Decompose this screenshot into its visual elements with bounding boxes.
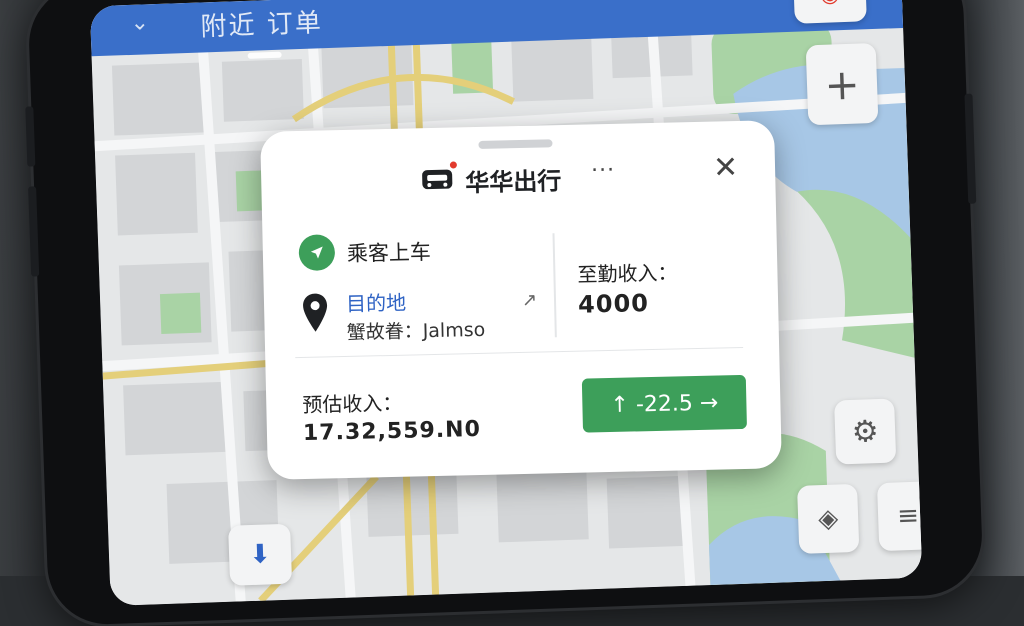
card-drag-handle[interactable] [478,139,553,149]
recenter-icon: ◈ [817,503,839,535]
side-income-value: 4000 [577,289,650,319]
compass-button[interactable]: ◉ [792,0,867,24]
phone-side-button [25,106,36,167]
navigation-arrow-icon [310,246,323,259]
menu-button[interactable]: ≡ [876,481,923,552]
zoom-in-icon: + [823,59,861,110]
compass-icon: ◉ [820,0,840,7]
notification-dot [449,161,457,169]
vertical-divider [552,233,557,338]
pickup-label: 乘客上车 [346,240,432,266]
estimated-income-value: 17.32,559.N0 [302,416,482,446]
order-card: 华华出行 ··· ✕ 乘客上车 目的地 蟹故眷：Jalmso ↗ 至勤收入： 4… [260,120,782,480]
settings-button[interactable]: ⚙ [834,398,897,465]
top-bar-title: 附近 订单 [200,8,324,43]
card-header: 华华出行 ··· ✕ [261,150,776,206]
download-icon: ⬇ [248,539,272,571]
pickup-icon [298,234,336,272]
location-pin-icon [303,293,328,332]
destination-address: 蟹故眷：Jalmso [346,318,486,344]
accept-order-button-label: ↑ -22.5 → [610,390,719,418]
open-destination-icon[interactable]: ↗ [522,290,538,311]
navigation-arrow-icon[interactable]: ⌄ [130,10,149,36]
car-icon [422,169,453,190]
menu-icon: ≡ [896,500,920,532]
destination-label[interactable]: 目的地 [346,287,407,317]
close-icon[interactable]: ✕ [713,150,739,186]
side-income-label: 至勤收入： [577,260,678,287]
zoom-in-button[interactable]: + [805,42,879,126]
recenter-button[interactable]: ◈ [797,483,860,554]
accept-order-button[interactable]: ↑ -22.5 → [581,374,747,433]
drag-handle[interactable] [247,51,282,59]
horizontal-divider [295,346,744,359]
settings-gear-icon: ⚙ [851,413,880,450]
more-options-button[interactable]: ··· [591,158,616,184]
estimated-income-label: 预估收入： [302,390,403,417]
brand-title: 华华出行 [465,167,562,198]
download-button[interactable]: ⬇ [228,523,293,586]
